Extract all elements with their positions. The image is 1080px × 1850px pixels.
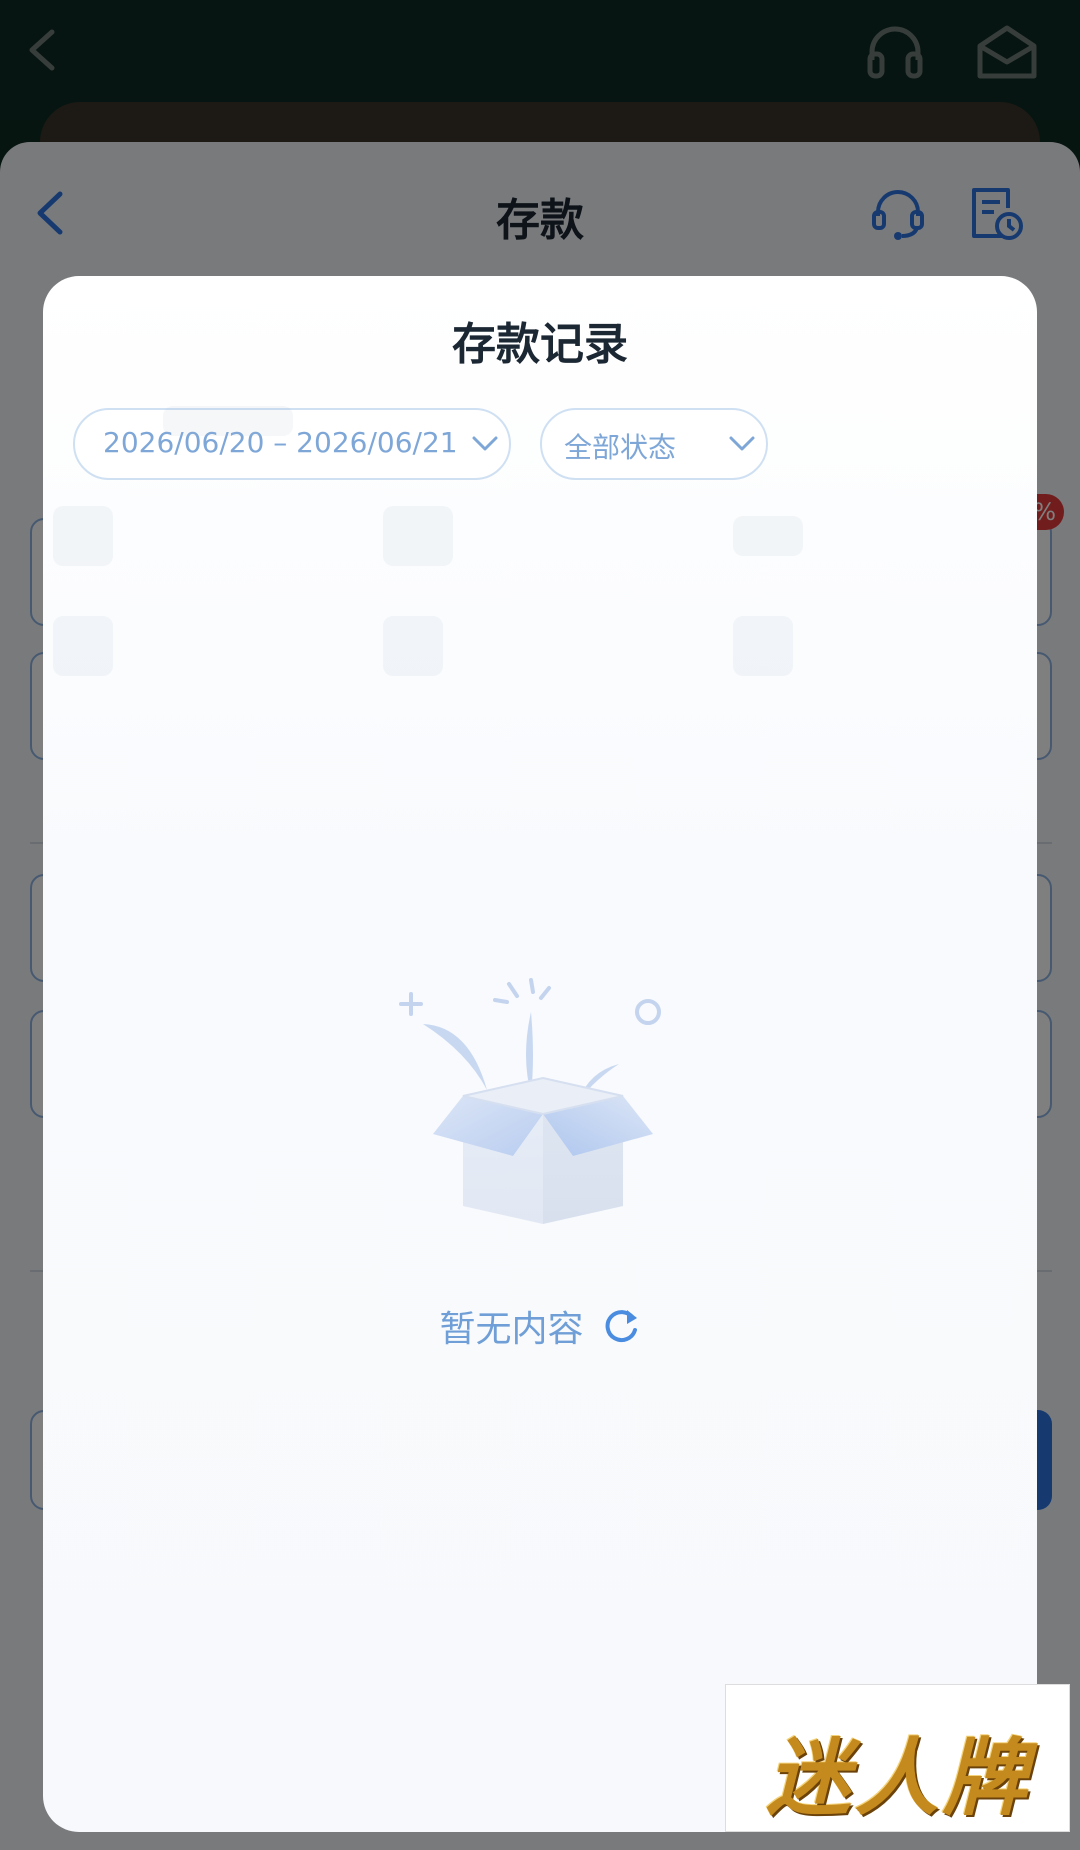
- chevron-down-icon: [472, 436, 498, 451]
- ghost-shape: [733, 616, 793, 676]
- refresh-icon[interactable]: [601, 1306, 641, 1346]
- chevron-down-icon: [729, 436, 755, 451]
- status-filter[interactable]: 全部状态: [540, 408, 768, 480]
- status-value: 全部状态: [564, 431, 677, 464]
- ghost-shape: [163, 406, 293, 436]
- ghost-shape: [383, 506, 453, 566]
- ghost-shape: [733, 516, 803, 556]
- modal-title: 存款记录: [452, 319, 628, 370]
- watermark-logo: 迷人牌: [725, 1684, 1070, 1832]
- watermark-logo-text: 迷人牌: [766, 1728, 1031, 1827]
- empty-state-text: 暂无内容: [439, 1309, 584, 1350]
- ghost-shape: [53, 616, 113, 676]
- ghost-shape: [383, 616, 443, 676]
- deposit-record-modal: 存款记录 2026/06/20 – 2026/06/21 全部状态 暂无内容: [43, 276, 1037, 1832]
- empty-state: 暂无内容: [43, 1300, 1037, 1352]
- ghost-shape: [53, 506, 113, 566]
- open-box-icon: [399, 978, 661, 1224]
